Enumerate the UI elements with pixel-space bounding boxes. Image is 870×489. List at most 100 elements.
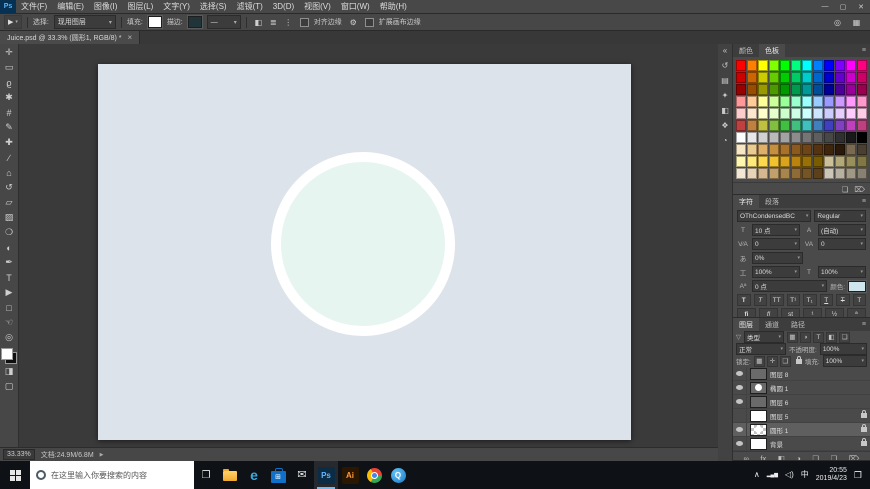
qq[interactable]: Q	[386, 461, 410, 489]
select-mode-dropdown[interactable]: 现用图层	[54, 15, 116, 29]
path-operations-icon[interactable]: ◧	[252, 16, 265, 29]
color-swatch[interactable]	[857, 84, 867, 95]
edge[interactable]: e	[242, 461, 266, 489]
color-swatch[interactable]	[857, 72, 867, 83]
input-method-indicator[interactable]: 中	[801, 471, 809, 479]
color-swatch[interactable]	[769, 168, 779, 179]
color-swatch[interactable]	[747, 60, 757, 71]
menu-item[interactable]: 滤镜(T)	[232, 0, 268, 13]
color-swatch[interactable]	[791, 72, 801, 83]
color-swatch[interactable]	[791, 84, 801, 95]
color-swatch[interactable]	[780, 96, 790, 107]
lock-transparency-icon[interactable]: ▦	[754, 356, 765, 367]
minimize-button[interactable]: —	[816, 0, 834, 13]
tray-chevron-icon[interactable]: ∧	[754, 471, 760, 479]
gradient-tool[interactable]: ▨	[0, 210, 18, 225]
color-swatch[interactable]	[802, 120, 812, 131]
mail[interactable]: ✉	[290, 461, 314, 489]
illustrator[interactable]: Ai	[338, 461, 362, 489]
layer-filter-dropdown[interactable]: 类型	[744, 331, 784, 343]
stroke-style-dropdown[interactable]: —	[207, 15, 241, 29]
color-swatch[interactable]	[791, 120, 801, 131]
color-swatch[interactable]	[758, 72, 768, 83]
fill-swatch[interactable]	[148, 16, 162, 28]
masks-panel-icon[interactable]: ◧	[721, 107, 729, 115]
color-swatch[interactable]	[824, 60, 834, 71]
text-color-swatch[interactable]	[848, 281, 866, 292]
menu-item[interactable]: 文字(Y)	[158, 0, 195, 13]
delete-layer-icon[interactable]: ⌦	[849, 454, 860, 461]
type-style-button[interactable]: TT	[770, 294, 784, 306]
file-explorer[interactable]	[218, 461, 242, 489]
font-style-dropdown[interactable]: Regular	[814, 210, 866, 222]
delete-swatch-icon[interactable]: ⌦	[854, 185, 865, 194]
layer-group-icon[interactable]: ❑	[812, 454, 819, 461]
path-align-icon[interactable]: ≣	[267, 16, 280, 29]
link-layers-icon[interactable]: ∞	[744, 454, 749, 461]
color-swatch[interactable]	[857, 144, 867, 155]
tab-paragraph[interactable]: 段落	[759, 195, 785, 208]
color-swatch[interactable]	[769, 120, 779, 131]
color-swatch[interactable]	[736, 84, 746, 95]
expand-checkbox[interactable]	[365, 18, 374, 27]
layer-effects-icon[interactable]: fx	[760, 454, 766, 461]
color-swatch[interactable]	[824, 132, 834, 143]
color-swatch[interactable]	[758, 84, 768, 95]
volume-icon[interactable]: ◁)	[785, 471, 794, 479]
screen-mode-icon[interactable]: ▢	[0, 379, 18, 394]
color-swatch[interactable]	[791, 132, 801, 143]
color-swatch[interactable]	[780, 84, 790, 95]
color-swatch[interactable]	[802, 132, 812, 143]
color-swatch[interactable]	[791, 108, 801, 119]
visibility-toggle[interactable]	[733, 367, 747, 380]
color-swatch[interactable]	[835, 60, 845, 71]
color-swatch[interactable]	[758, 144, 768, 155]
color-swatch[interactable]	[780, 156, 790, 167]
color-swatch[interactable]	[813, 108, 823, 119]
color-swatch[interactable]	[780, 132, 790, 143]
color-swatch[interactable]	[813, 156, 823, 167]
color-swatch[interactable]	[736, 144, 746, 155]
document-canvas[interactable]	[98, 64, 631, 440]
filter-type-icon[interactable]: T	[813, 332, 824, 343]
color-swatch[interactable]	[747, 72, 757, 83]
type-style-button[interactable]: T	[820, 294, 834, 306]
tab-close-icon[interactable]: ×	[127, 33, 132, 42]
color-swatch[interactable]	[747, 84, 757, 95]
color-swatch[interactable]	[802, 84, 812, 95]
visibility-toggle[interactable]	[733, 409, 747, 422]
color-swatch[interactable]	[769, 132, 779, 143]
color-swatch[interactable]	[747, 96, 757, 107]
opacity-field[interactable]: 100%	[820, 343, 867, 355]
color-swatch[interactable]	[824, 96, 834, 107]
start-button[interactable]	[0, 461, 30, 489]
color-swatch[interactable]	[780, 60, 790, 71]
healing-brush-tool[interactable]: ✚	[0, 135, 18, 150]
color-swatch[interactable]	[791, 96, 801, 107]
type-style-button[interactable]: T	[754, 294, 768, 306]
visibility-toggle[interactable]	[733, 437, 747, 450]
color-swatch[interactable]	[802, 72, 812, 83]
color-swatch[interactable]	[813, 132, 823, 143]
color-swatch[interactable]	[846, 60, 856, 71]
canvas-area[interactable]	[19, 44, 718, 448]
type-style-button[interactable]: T₁	[803, 294, 817, 306]
store[interactable]: ⊞	[266, 461, 290, 489]
tab-paths[interactable]: 路径	[785, 318, 811, 331]
color-swatch[interactable]	[824, 156, 834, 167]
opentype-button[interactable]: st	[781, 308, 800, 318]
color-swatch[interactable]	[780, 144, 790, 155]
color-swatch[interactable]	[758, 168, 768, 179]
stroke-swatch[interactable]	[188, 16, 202, 28]
lasso-tool[interactable]: ϱ	[0, 75, 18, 90]
action-center-icon[interactable]: ❐	[854, 470, 862, 481]
color-swatch[interactable]	[824, 120, 834, 131]
zoom-level-field[interactable]: 33.33%	[3, 449, 35, 460]
font-family-dropdown[interactable]: OThCondensedBC	[737, 210, 811, 222]
tracking-field[interactable]: 0	[818, 238, 866, 250]
color-swatch[interactable]	[824, 168, 834, 179]
color-swatch[interactable]	[736, 60, 746, 71]
new-layer-icon[interactable]: ❏	[831, 454, 838, 461]
opentype-button[interactable]: ¹	[803, 308, 822, 318]
color-swatch[interactable]	[846, 72, 856, 83]
